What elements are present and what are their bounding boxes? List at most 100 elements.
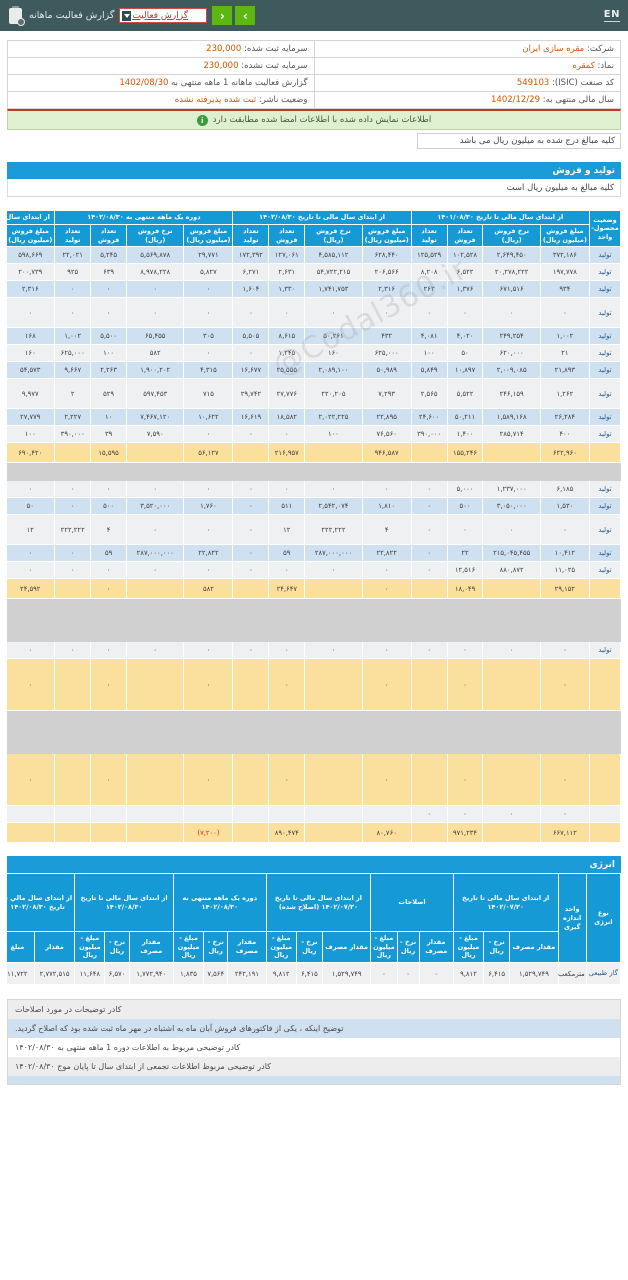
th-group-ytd-0830: از ابتدای سال مالی تا تاریخ ۱۴۰۲/۰۸/۳۰ [232, 210, 412, 225]
data-cell: ۰ [7, 297, 56, 329]
subtotal-cell: ۰ [268, 658, 306, 712]
subtotal-cell-empty [126, 753, 185, 807]
subtotal-cell-empty [410, 578, 448, 600]
period-label: گزارش فعالیت ماهانه 1 ماهه منتهی به [171, 78, 308, 88]
data-cell: ۰ [539, 514, 590, 546]
gap-cell [361, 462, 412, 482]
energy-table-head: نوع انرژی واحد اندازه گیری از ابتدای سال… [7, 873, 621, 964]
th-product-status: وضعیت محصول-واحد [588, 210, 621, 248]
group-header-row: وضعیت محصول-واحد از ابتدای سال مالی تا ت… [7, 210, 621, 248]
th-prod-count-3: تعداد تولید [54, 223, 92, 248]
subtotal-cell-empty [304, 822, 363, 844]
gap-cell [410, 598, 448, 643]
report-type-select[interactable]: گزارش فعالیت [119, 8, 208, 23]
subtotal-cell-empty [126, 442, 185, 464]
data-cell: ۰ [268, 561, 306, 580]
energy-table-scroll[interactable]: نوع انرژی واحد اندازه گیری از ابتدای سال… [7, 873, 621, 986]
capital-unregistered-label: سرمایه ثبت نشده: [241, 61, 308, 71]
data-cell: ۲۲,۸۹۵ [361, 408, 412, 427]
note-row: توضیح اینکه ، یکی از فاکتورهای فروش آبان… [8, 1019, 620, 1039]
energy-data-cell: ۱۱,۷۲۲ [7, 962, 35, 986]
data-cell: ۵۲۹ [90, 378, 128, 410]
data-cell: ۱۲۷,۰۶۱ [268, 246, 306, 265]
energy-sub-header: نرخ - ریال [104, 930, 130, 964]
data-cell: ۲۲ [446, 544, 484, 563]
energy-type-cell: گاز طبیعی [585, 962, 621, 986]
data-cell: ۱۹۷,۷۷۸ [539, 263, 590, 282]
data-cell: ۰ [304, 480, 363, 499]
data-cell: ۲۲,۸۲۲ [361, 544, 412, 563]
data-cell: ۸,۹۷۸,۲۲۸ [126, 263, 185, 282]
subtotal-cell-empty [304, 753, 363, 807]
next-report-button[interactable]: › [235, 6, 256, 25]
data-cell: ۲۹,۷۴۲ [232, 378, 270, 410]
row-unit-cell: تولید [588, 361, 621, 380]
data-cell: ۱,۷۶۰ [183, 497, 234, 516]
energy-data-cell: ۶,۴۱۵ [483, 962, 511, 986]
data-cell: ۳۷۲,۱۸۶ [539, 246, 590, 265]
gap-cell [126, 598, 185, 643]
th-sale-count-2: تعداد فروش [268, 223, 306, 248]
th-sale-amount-3: مبلغ فروش (میلیون ریال) [183, 223, 234, 248]
energy-sub-header: مبلغ - میلیون ریال [172, 930, 205, 964]
data-cell: ۵,۰۰۰ [446, 480, 484, 499]
data-cell: ۱۰,۸۹۷ [446, 361, 484, 380]
clipboard-check-icon [8, 5, 25, 26]
gap-cell [539, 598, 590, 643]
table-row: تولید ۲۱,۸۹۳ ۲,۰۰۹,۰۸۵ ۱۰,۸۹۷ ۵,۸۴۹ ۵۰,۹۸۹ ۲,۰… [7, 361, 621, 380]
production-table-scroll[interactable]: @Codal360.ir وضعیت محصول-واحد از ابتدای … [7, 210, 621, 844]
data-cell: ۲۱,۸۹۳ [539, 361, 590, 380]
gap-cell [304, 598, 363, 643]
energy-data-cell: ۱,۷۷۲,۹۴۰ [128, 962, 174, 986]
data-cell: ۱۰ [90, 408, 128, 427]
subtotal-cell-empty [232, 753, 270, 807]
subtotal-cell-empty [126, 578, 185, 600]
data-cell: ۶,۱۸۵ [539, 480, 590, 499]
gap-cell [268, 710, 306, 755]
gap-cell [268, 598, 306, 643]
data-cell: ۰ [90, 297, 128, 329]
th-group-prev-year: از ابتدای سال مالی تا تاریخ ۱۴۰۱/۰۸/۳۰ [410, 210, 590, 225]
subtotal-cell-empty [54, 822, 92, 844]
chevron-down-icon [122, 11, 132, 21]
data-cell: ۱,۲۳۷,۰۰۰ [482, 480, 541, 499]
data-cell: ۲۱۵,۰۴۵,۴۵۵ [482, 544, 541, 563]
energy-table: نوع انرژی واحد اندازه گیری از ابتدای سال… [7, 873, 621, 986]
subtotal-cell-empty [232, 442, 270, 464]
data-cell: ۰ [232, 641, 270, 660]
language-toggle-en[interactable]: EN [603, 9, 620, 22]
data-cell [232, 805, 270, 824]
subtotal-cell-empty [482, 658, 541, 712]
data-cell [54, 805, 92, 824]
subtotal-cell-empty [410, 822, 448, 844]
gap-cell [7, 462, 56, 482]
th-sale-amount-4: مبلغ فروش (میلیون ریال) [7, 223, 56, 248]
prev-report-button[interactable]: ‹ [212, 6, 233, 25]
data-cell: ۵۸۲ [126, 344, 185, 363]
subtotal-cell: ۰ [90, 753, 128, 807]
data-cell: ۰ [90, 480, 128, 499]
data-cell: ۰ [232, 514, 270, 546]
subtotal-cell-empty [232, 822, 270, 844]
data-cell: ۰ [482, 297, 541, 329]
production-section: تولید و فروش کلیه مبالغ به میلیون ریال ا… [7, 162, 621, 197]
energy-data-cell: ۱۱,۶۴۸ [74, 962, 106, 986]
data-cell: ۳,۰۵۰,۰۰۰ [482, 497, 541, 516]
data-cell [304, 805, 363, 824]
row-unit-cell [588, 805, 621, 824]
row-unit-cell: تولید [588, 297, 621, 329]
row-unit-cell: تولید [588, 561, 621, 580]
subtotal-cell-empty [54, 578, 92, 600]
subtotal-cell-empty [482, 442, 541, 464]
data-cell: ۵۹۸,۶۶۹ [7, 246, 56, 265]
data-cell: ۰ [482, 641, 541, 660]
gap-cell [54, 462, 92, 482]
note-row: کادر توضیحی مربوط اطلاعات تجمعی از ابتدا… [8, 1057, 620, 1077]
subtotal-cell-empty [482, 578, 541, 600]
subtotal-cell-empty [410, 658, 448, 712]
energy-sub-header: مبلغ - میلیون ریال [370, 930, 398, 964]
data-cell: ۲۴,۶۰۰ [410, 408, 448, 427]
subtotal-cell: ۰ [539, 753, 590, 807]
energy-sub-header: نرخ - ریال [203, 930, 229, 964]
data-cell: ۰ [7, 544, 56, 563]
